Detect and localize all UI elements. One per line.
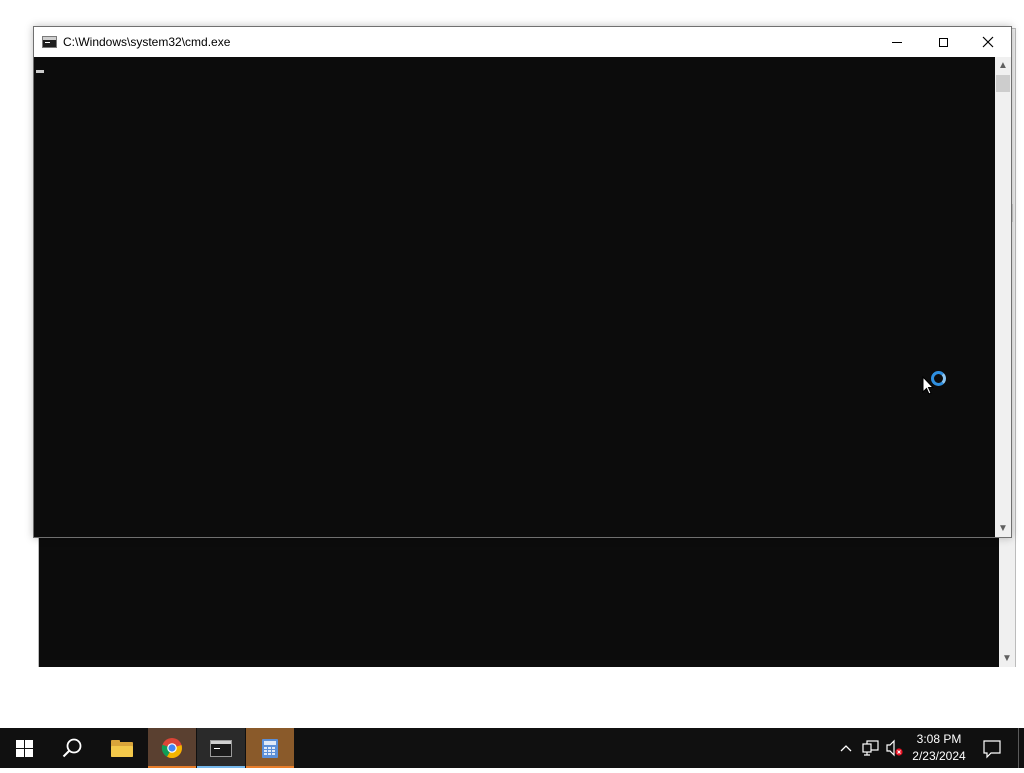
- busy-cursor-icon: [931, 371, 946, 386]
- scroll-up-arrow[interactable]: ▲: [995, 57, 1011, 74]
- minimize-icon: [892, 41, 902, 43]
- taskbar-command-prompt[interactable]: [197, 728, 245, 768]
- scrollbar-thumb[interactable]: [996, 75, 1010, 92]
- background-console-area[interactable]: [39, 538, 1000, 667]
- taskbar-file-explorer[interactable]: [98, 728, 146, 768]
- network-icon: [862, 740, 879, 756]
- window-title: C:\Windows\system32\cmd.exe: [63, 35, 231, 49]
- network-button[interactable]: [860, 728, 882, 768]
- folder-icon: [111, 739, 133, 757]
- cmd-icon: [210, 739, 232, 757]
- console-output-area[interactable]: [34, 57, 995, 537]
- maximize-icon: [938, 37, 948, 47]
- minimize-button[interactable]: [874, 27, 920, 57]
- search-button[interactable]: [48, 728, 96, 768]
- background-scroll-down-arrow[interactable]: ▼: [999, 651, 1015, 667]
- volume-muted-icon: [886, 739, 903, 757]
- search-icon: [62, 738, 82, 758]
- chrome-icon: [161, 738, 182, 759]
- taskbar-calculator[interactable]: [246, 728, 294, 768]
- volume-button[interactable]: [884, 728, 906, 768]
- windows-logo-icon: [15, 739, 33, 757]
- close-icon: [982, 36, 994, 48]
- start-button[interactable]: [0, 728, 48, 768]
- chevron-up-icon: [840, 745, 852, 752]
- show-hidden-icons-button[interactable]: [837, 728, 855, 768]
- close-button[interactable]: [965, 27, 1011, 57]
- cmd-window[interactable]: C:\Windows\system32\cmd.exe ▲ ▼: [33, 26, 1012, 538]
- clock-date: 2/23/2024: [912, 749, 966, 763]
- scroll-down-arrow[interactable]: ▼: [995, 520, 1011, 537]
- cmd-icon[interactable]: [42, 36, 57, 48]
- taskbar-clock[interactable]: 3:08 PM 2/23/2024: [906, 728, 972, 768]
- notification-icon: [983, 740, 1001, 759]
- text-cursor: [36, 70, 44, 73]
- action-center-button[interactable]: [980, 728, 1004, 768]
- title-bar[interactable]: C:\Windows\system32\cmd.exe: [34, 27, 1011, 57]
- vertical-scrollbar[interactable]: ▲ ▼: [995, 57, 1011, 537]
- maximize-button[interactable]: [920, 27, 966, 57]
- clock-time: 3:08 PM: [916, 732, 962, 746]
- calculator-icon: [262, 738, 278, 758]
- show-desktop-button[interactable]: [1018, 728, 1019, 768]
- taskbar-chrome[interactable]: [148, 728, 196, 768]
